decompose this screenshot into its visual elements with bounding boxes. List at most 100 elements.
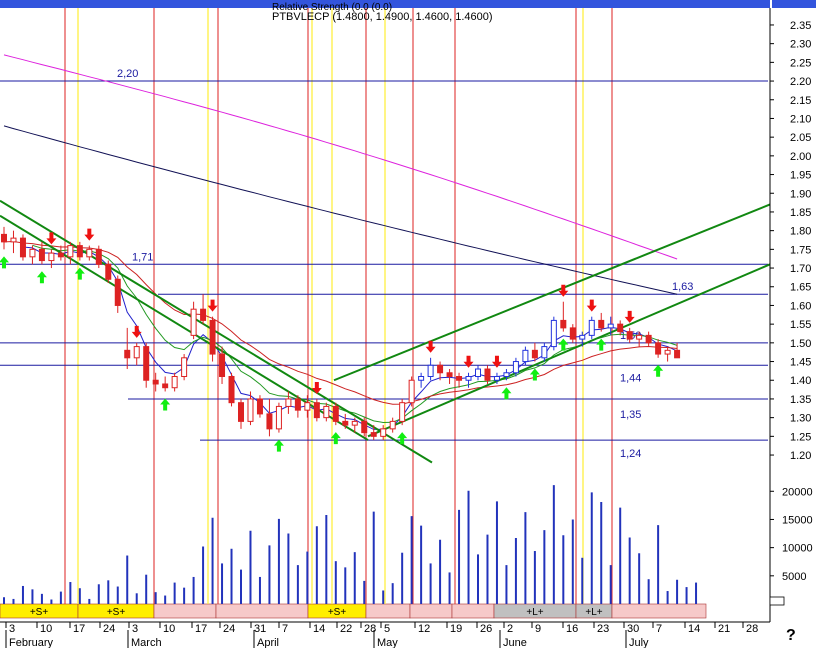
x-tick-label: 3: [9, 623, 15, 635]
candle-body: [588, 319, 595, 336]
candle-body: [67, 245, 74, 258]
candle-body: [294, 398, 301, 411]
candle-body: [162, 383, 169, 389]
signal-band: [409, 603, 453, 619]
price-tick-label: 1.50: [790, 338, 811, 350]
price-tick-label: 2.20: [790, 76, 811, 88]
signal-band: [451, 603, 495, 619]
candle-body: [418, 376, 425, 381]
candle-body: [427, 364, 434, 378]
chart-subtitle: Relative Strength (0.0 (0.0): [272, 2, 392, 13]
candle-body: [38, 248, 45, 262]
x-tick-label: 22: [340, 623, 352, 635]
candle-body: [541, 346, 548, 359]
price-tick-label: 1.95: [790, 170, 811, 182]
candle-body: [1, 233, 7, 243]
candle-body: [598, 319, 605, 329]
price-tick-label: 1.80: [790, 226, 811, 238]
candle-body: [389, 420, 396, 430]
axis-top-strip: [772, 0, 816, 8]
candle-body: [323, 405, 330, 419]
month-label: July: [629, 637, 649, 648]
signal-band-label: +S+: [328, 607, 347, 618]
candle-body: [475, 368, 481, 378]
candle-body: [399, 402, 406, 422]
month-label: February: [9, 637, 54, 648]
candle-body: [133, 346, 140, 359]
price-tick-label: 1.30: [790, 413, 811, 425]
signal-band: [153, 603, 217, 619]
candle-body: [285, 398, 292, 407]
candle-body: [351, 420, 358, 426]
price-tick-label: 1.65: [790, 282, 811, 294]
help-icon[interactable]: ?: [786, 627, 796, 644]
candle-body: [361, 420, 368, 434]
candle-body: [437, 364, 444, 374]
candle-body: [342, 420, 349, 426]
candle-body: [10, 237, 17, 243]
x-tick-label: 3: [132, 623, 138, 635]
volume-tick-label: 15000: [782, 514, 813, 526]
signal-band: [215, 603, 309, 619]
candle-body: [95, 248, 102, 265]
candle-body: [313, 402, 320, 419]
x-tick-label: 28: [746, 623, 758, 635]
x-tick-label: 7: [282, 623, 288, 635]
x-tick-label: 10: [163, 623, 175, 635]
x-tick-label: 24: [223, 623, 235, 635]
candle-body: [655, 342, 662, 355]
candle-body: [493, 376, 500, 381]
candle-body: [228, 376, 235, 404]
month-label: April: [257, 637, 279, 648]
level-label: 1,24: [620, 448, 641, 460]
price-tick-label: 2.30: [790, 39, 811, 51]
x-tick-label: 21: [718, 623, 730, 635]
candle-body: [143, 346, 150, 381]
x-tick-label: 7: [656, 623, 662, 635]
x-tick-label: 31: [254, 623, 266, 635]
x-tick-label: 19: [450, 623, 462, 635]
candle-body: [238, 402, 244, 422]
signal-bands-layer: +S+ +S+ +S+ +L+ +L+: [0, 603, 707, 619]
candle-body: [569, 327, 576, 340]
candle-body: [256, 398, 263, 415]
candle-body: [219, 353, 226, 378]
candle-body: [209, 319, 216, 355]
volume-tick-label: 5000: [782, 571, 806, 583]
x-tick-label: 14: [313, 623, 325, 635]
x-tick-label: 10: [40, 623, 52, 635]
signal-band: [611, 603, 707, 619]
x-tick-label: 5: [384, 623, 390, 635]
candle-body: [408, 379, 415, 404]
candle-body: [105, 263, 112, 280]
month-label: June: [503, 637, 527, 648]
level-label: 1,63: [672, 281, 693, 293]
candle-body: [275, 405, 282, 430]
candle-body: [503, 372, 510, 378]
price-tick-label: 1.20: [790, 450, 811, 462]
candle-body: [456, 376, 463, 381]
stock-chart: +S++S++S++L++L+ 2,201,711,631,501,441,35…: [0, 0, 816, 649]
candle-body: [29, 248, 36, 258]
x-tick-label: 12: [418, 623, 430, 635]
price-tick-label: 2.35: [790, 20, 811, 32]
candle-body: [380, 428, 387, 437]
candle-body: [370, 432, 377, 437]
candle-body: [617, 323, 624, 333]
candle-body: [181, 357, 188, 378]
candle-body: [560, 319, 567, 329]
price-tick-label: 1.85: [790, 207, 811, 219]
signal-band-label: +S+: [30, 607, 49, 618]
price-tick-label: 2.05: [790, 132, 811, 144]
candle-body: [114, 278, 121, 306]
candle-body: [484, 368, 491, 381]
x-tick-label: 9: [535, 623, 541, 635]
candle-body: [522, 349, 529, 363]
x-tick-label: 24: [103, 623, 115, 635]
price-tick-label: 1.25: [790, 431, 811, 443]
x-tick-label: 2: [507, 623, 513, 635]
candle-body: [247, 398, 254, 422]
candle-body: [607, 323, 614, 329]
candle-body: [332, 405, 339, 422]
x-tick-label: 14: [688, 623, 700, 635]
